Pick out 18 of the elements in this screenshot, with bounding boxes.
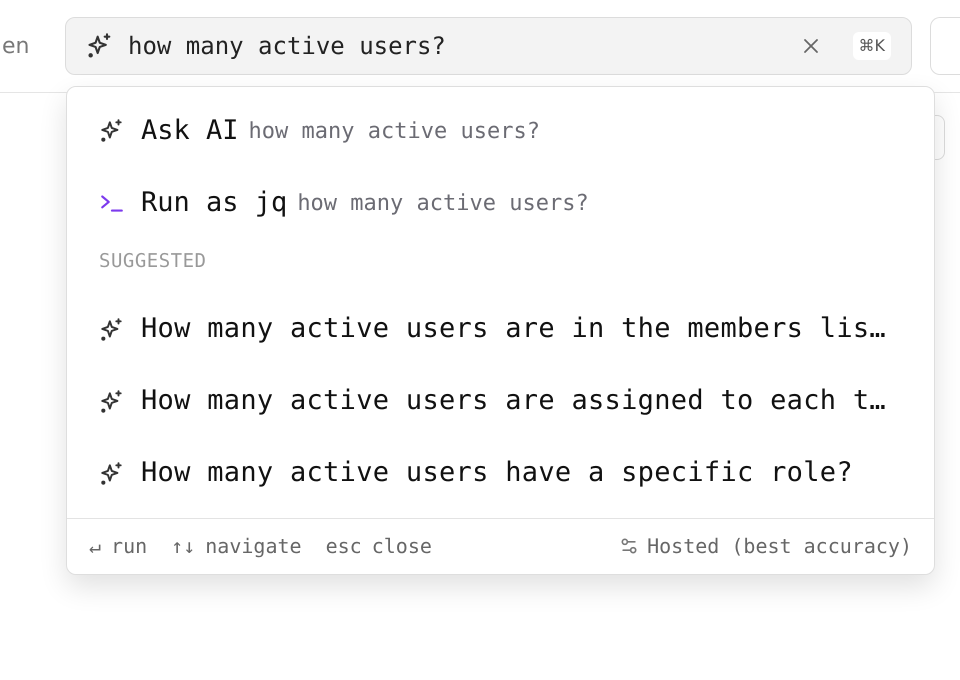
sliders-icon[interactable] [619,536,640,556]
mode-label[interactable]: Hosted (best accuracy) [647,531,912,561]
key-hint: ↑↓ [171,533,196,560]
section-heading: SUGGESTED [98,249,208,274]
hint-label: run [111,533,148,560]
tab-label: en [2,32,30,60]
shortcut-badge: ⌘K [852,32,891,60]
key-hint: ↵ [89,533,102,560]
suggestion-item[interactable]: How many active users have a specific role? [67,438,934,510]
suggestion-item[interactable]: How many active users are assigned to each t… [67,366,934,438]
action-item[interactable]: Ask AI how many active users? [67,95,934,167]
hint-label: close [372,533,432,560]
hint-label: navigate [205,533,302,560]
key-hint: esc [326,533,362,560]
search-field[interactable]: how many active users? ⌘K [65,17,912,75]
search-input[interactable]: how many active users? [128,28,784,64]
suggestion-item[interactable]: How many active users are in the members lis… [67,294,934,366]
action-item[interactable]: Run as jq how many active users? [67,167,934,239]
